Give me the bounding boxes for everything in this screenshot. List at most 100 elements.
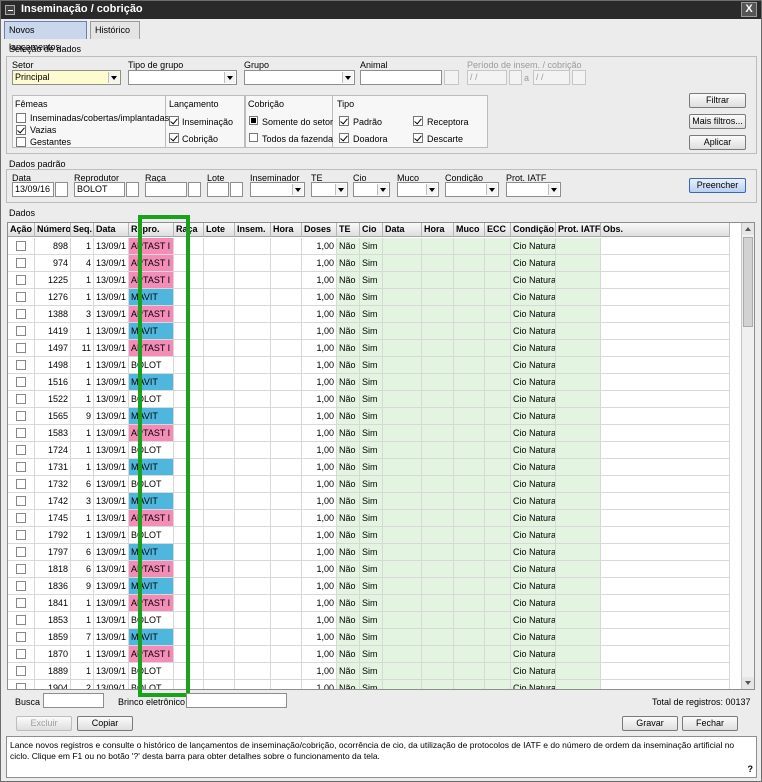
cell-insem[interactable]	[235, 442, 271, 459]
cell-data[interactable]: 13/09/1	[94, 374, 129, 391]
muco-select[interactable]	[397, 182, 439, 197]
cell-repro[interactable]: MAVIT	[129, 408, 174, 425]
cell-hora[interactable]	[271, 527, 302, 544]
cell-prot-iatf[interactable]	[556, 476, 601, 493]
cell-raca[interactable]	[174, 663, 204, 680]
cell-seq[interactable]: 11	[71, 340, 94, 357]
cell-raca[interactable]	[174, 527, 204, 544]
cell-doses[interactable]: 1,00	[302, 442, 337, 459]
chevron-down-icon[interactable]	[486, 184, 497, 195]
cell-hora[interactable]	[271, 476, 302, 493]
column-header-numero[interactable]: Número	[35, 223, 71, 237]
cell-data[interactable]: 13/09/1	[94, 289, 129, 306]
chevron-down-icon[interactable]	[335, 184, 346, 195]
cell-cio-data[interactable]	[383, 289, 422, 306]
cell-prot-iatf[interactable]	[556, 493, 601, 510]
tab-historico[interactable]: Histórico	[90, 21, 140, 39]
cell-obs[interactable]	[601, 238, 730, 255]
cell-data[interactable]: 13/09/1	[94, 340, 129, 357]
cell-obs[interactable]	[601, 255, 730, 272]
cell-insem[interactable]	[235, 357, 271, 374]
cell-te[interactable]: Não	[337, 544, 360, 561]
cell-acao[interactable]	[8, 289, 35, 306]
cell-acao[interactable]	[8, 425, 35, 442]
table-row[interactable]: 1797 6 13/09/1 MAVIT 1,00 Não Sim Cio Natural	[8, 544, 742, 561]
close-button[interactable]: X	[741, 2, 757, 17]
femeas-inseminadas-checkbox[interactable]	[16, 113, 26, 123]
cell-cio-data[interactable]	[383, 391, 422, 408]
cell-data[interactable]: 13/09/1	[94, 459, 129, 476]
cell-doses[interactable]: 1,00	[302, 408, 337, 425]
excluir-button[interactable]: Excluir	[16, 716, 72, 731]
cell-insem[interactable]	[235, 374, 271, 391]
cell-cio[interactable]: Sim	[360, 306, 383, 323]
cell-repro[interactable]: BOLOT	[129, 476, 174, 493]
cell-cio-hora[interactable]	[422, 578, 454, 595]
cell-lote[interactable]	[204, 255, 235, 272]
cell-ecc[interactable]	[485, 612, 511, 629]
cell-repro[interactable]: MAVIT	[129, 374, 174, 391]
cell-doses[interactable]: 1,00	[302, 374, 337, 391]
table-row[interactable]: 1732 6 13/09/1 BOLOT 1,00 Não Sim Cio Natural	[8, 476, 742, 493]
cell-lote[interactable]	[204, 680, 235, 689]
cell-seq[interactable]: 1	[71, 374, 94, 391]
cell-cio-hora[interactable]	[422, 289, 454, 306]
tipo-descarte-checkbox[interactable]	[413, 133, 423, 143]
animal-lookup-button[interactable]	[444, 70, 459, 85]
table-row[interactable]: 1870 1 13/09/1 APTAST I 1,00 Não Sim Cio Natura…	[8, 646, 742, 663]
cell-muco[interactable]	[454, 391, 485, 408]
cell-condicao[interactable]: Cio Natural	[511, 408, 556, 425]
cell-hora[interactable]	[271, 374, 302, 391]
cell-seq[interactable]: 9	[71, 578, 94, 595]
cell-te[interactable]: Não	[337, 289, 360, 306]
table-row[interactable]: 1742 3 13/09/1 MAVIT 1,00 Não Sim Cio Natural	[8, 493, 742, 510]
cell-obs[interactable]	[601, 425, 730, 442]
cell-muco[interactable]	[454, 544, 485, 561]
cell-te[interactable]: Não	[337, 680, 360, 689]
cell-cio[interactable]: Sim	[360, 476, 383, 493]
cell-cio-data[interactable]	[383, 680, 422, 689]
cell-lote[interactable]	[204, 595, 235, 612]
cell-insem[interactable]	[235, 510, 271, 527]
cell-raca[interactable]	[174, 238, 204, 255]
scroll-down-icon[interactable]	[742, 677, 754, 689]
cell-cio-data[interactable]	[383, 629, 422, 646]
cell-cio[interactable]: Sim	[360, 544, 383, 561]
cell-te[interactable]: Não	[337, 238, 360, 255]
cell-prot-iatf[interactable]	[556, 527, 601, 544]
cell-ecc[interactable]	[485, 646, 511, 663]
cell-te[interactable]: Não	[337, 459, 360, 476]
scroll-thumb[interactable]	[743, 237, 753, 327]
cell-numero[interactable]: 1516	[35, 374, 71, 391]
padrao-data-input[interactable]: 13/09/16	[12, 182, 54, 197]
cell-repro[interactable]: BOLOT	[129, 442, 174, 459]
cell-acao[interactable]	[8, 493, 35, 510]
cell-lote[interactable]	[204, 340, 235, 357]
raca-lookup-button[interactable]	[188, 182, 201, 197]
cell-numero[interactable]: 1818	[35, 561, 71, 578]
cell-insem[interactable]	[235, 289, 271, 306]
cell-muco[interactable]	[454, 255, 485, 272]
table-row[interactable]: 1745 1 13/09/1 APTAST I 1,00 Não Sim Cio Natura…	[8, 510, 742, 527]
row-action-checkbox[interactable]	[16, 394, 26, 404]
cell-numero[interactable]: 1565	[35, 408, 71, 425]
cell-condicao[interactable]: Cio Natural	[511, 272, 556, 289]
cell-data[interactable]: 13/09/1	[94, 255, 129, 272]
cell-muco[interactable]	[454, 663, 485, 680]
tipo-receptora-checkbox[interactable]	[413, 116, 423, 126]
cell-te[interactable]: Não	[337, 374, 360, 391]
cell-numero[interactable]: 1498	[35, 357, 71, 374]
cell-hora[interactable]	[271, 425, 302, 442]
cell-hora[interactable]	[271, 595, 302, 612]
cell-obs[interactable]	[601, 340, 730, 357]
help-button[interactable]: ?	[748, 764, 754, 775]
cell-raca[interactable]	[174, 374, 204, 391]
cell-acao[interactable]	[8, 527, 35, 544]
femeas-gestantes-checkbox[interactable]	[16, 137, 26, 147]
cell-numero[interactable]: 1388	[35, 306, 71, 323]
cell-seq[interactable]: 1	[71, 391, 94, 408]
cell-condicao[interactable]: Cio Natural	[511, 612, 556, 629]
cell-muco[interactable]	[454, 289, 485, 306]
cell-acao[interactable]	[8, 510, 35, 527]
row-action-checkbox[interactable]	[16, 666, 26, 676]
